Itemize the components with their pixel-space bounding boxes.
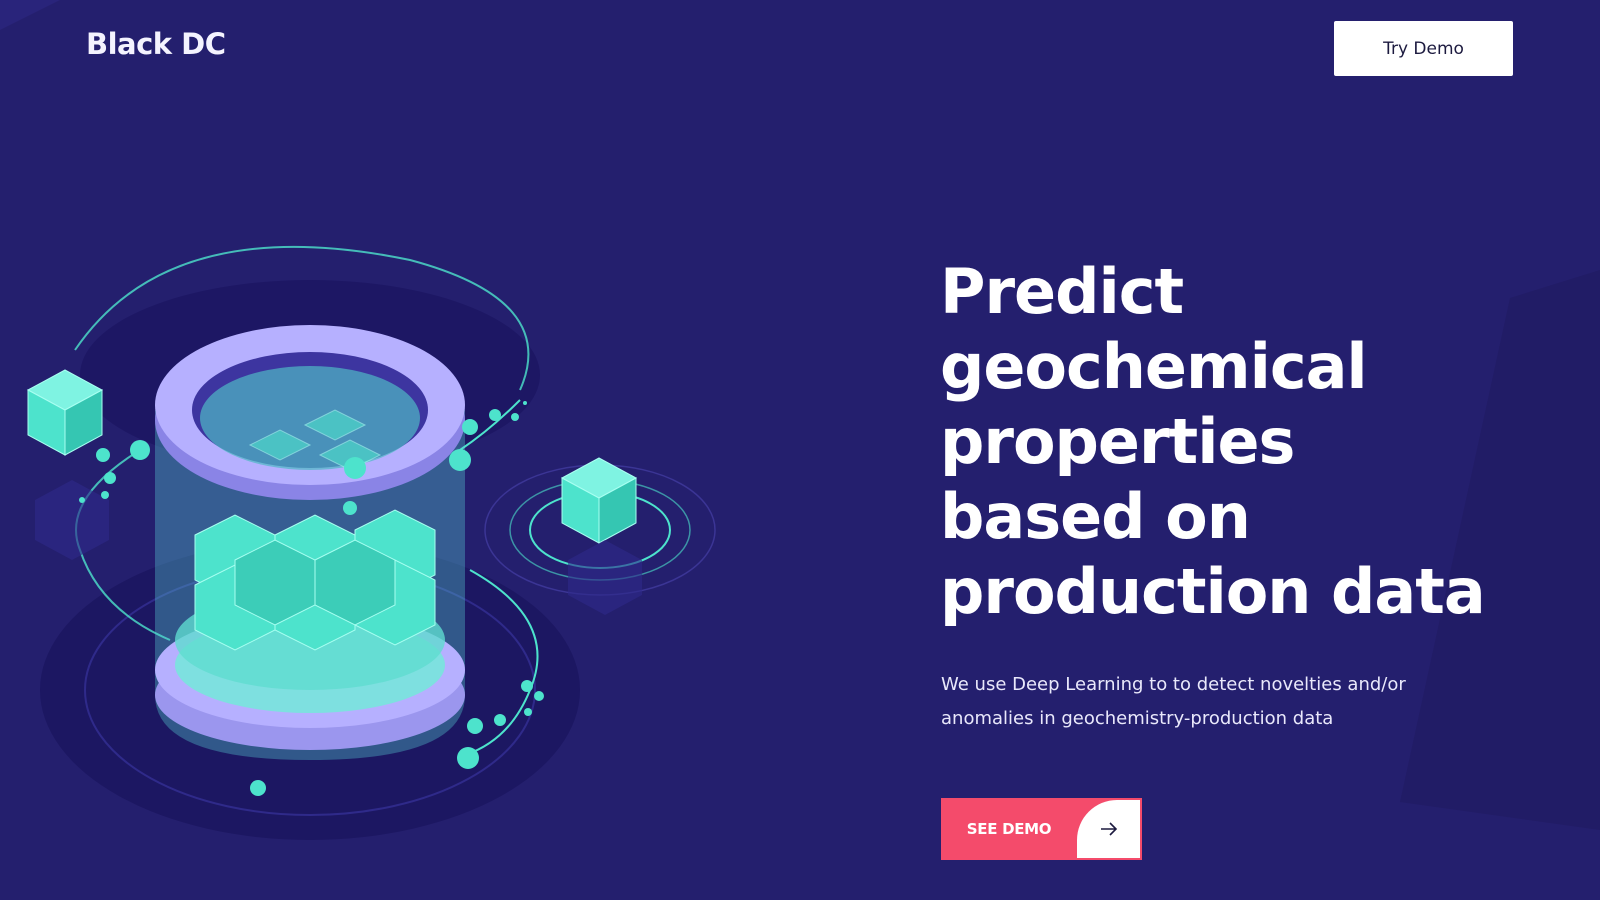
- data-cylinder-illustration: [26, 245, 716, 840]
- see-demo-button[interactable]: SEE DEMO: [941, 798, 1142, 860]
- logo[interactable]: Black DC: [86, 27, 226, 61]
- hero-title-line: geochemical: [940, 330, 1368, 403]
- arrow-right-icon: [1077, 800, 1140, 858]
- background-corner-shape: [0, 0, 60, 30]
- hero-subtitle-line: We use Deep Learning to to detect novelt…: [941, 674, 1406, 695]
- hero-subtitle: We use Deep Learning to to detect novelt…: [941, 668, 1461, 736]
- hero-title-line: production data: [940, 555, 1486, 628]
- hero-subtitle-line: anomalies in geochemistry-production dat…: [941, 708, 1334, 729]
- hero-title-line: based on: [940, 480, 1251, 553]
- hero-title-line: Predict: [940, 255, 1184, 328]
- try-demo-button[interactable]: Try Demo: [1334, 21, 1513, 76]
- see-demo-label: SEE DEMO: [966, 820, 1052, 838]
- hero-title-line: properties: [940, 405, 1295, 478]
- hero-title: Predict geochemical properties based on …: [940, 254, 1580, 629]
